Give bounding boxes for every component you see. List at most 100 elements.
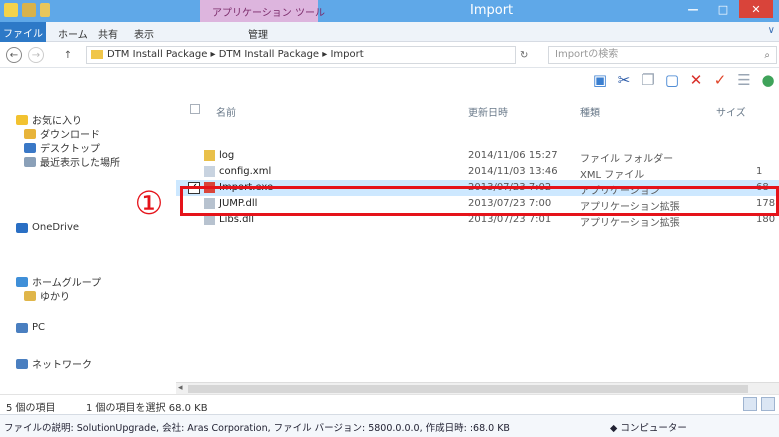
up-button[interactable]: ↑ — [60, 47, 76, 63]
search-input[interactable]: Importの検索 ⌕ — [548, 46, 777, 64]
nav-label: お気に入り — [32, 116, 82, 127]
nav-homegroup[interactable]: ホームグループ — [16, 274, 101, 289]
file-row[interactable]: config.xml 2014/11/03 13:46 XML ファイル 1 — [176, 164, 779, 181]
status-bar: 5 個の項目 1 個の項目を選択 68.0 KB — [0, 394, 779, 414]
file-date: 2014/11/06 15:27 — [468, 150, 558, 161]
nav-label: ネットワーク — [32, 360, 92, 371]
file-name-text: log — [219, 150, 235, 161]
nav-favorites[interactable]: お気に入り — [16, 112, 82, 127]
xml-file-icon — [204, 166, 215, 177]
tab-share[interactable]: 共有 — [98, 26, 118, 41]
recent-icon — [24, 156, 36, 167]
nav-label: ホームグループ — [32, 278, 102, 289]
address-box[interactable]: DTM Install Package ▸ DTM Install Packag… — [86, 46, 516, 64]
new-folder-icon[interactable] — [40, 3, 50, 17]
quick-access-toolbar — [4, 3, 50, 17]
file-name-text: config.xml — [219, 166, 272, 177]
nav-pc[interactable]: PC — [16, 322, 45, 333]
file-type: XML ファイル — [580, 170, 645, 181]
folder-icon — [204, 150, 215, 161]
nav-label: OneDrive — [32, 222, 80, 233]
maximize-button[interactable]: □ — [709, 0, 737, 18]
tab-home[interactable]: ホーム — [58, 26, 88, 41]
user-icon — [24, 290, 36, 301]
nav-onedrive[interactable]: OneDrive — [16, 222, 79, 233]
file-type: アプリケーション拡張 — [580, 218, 680, 229]
computer-icon: ◆ — [610, 423, 618, 434]
nav-downloads[interactable]: ダウンロード — [24, 126, 100, 141]
window-title: Import — [470, 3, 514, 18]
cloud-icon — [16, 222, 28, 233]
tab-manage[interactable]: 管理 — [248, 26, 268, 41]
context-tab-title: アプリケーション ツール — [212, 8, 325, 19]
file-list: 名前 更新日時 種類 サイズ log 2014/11/06 15:27 ファイル フ… — [176, 92, 779, 382]
scroll-thumb[interactable] — [188, 385, 748, 393]
search-icon[interactable]: ⌕ — [764, 48, 770, 64]
window-controls: — □ ✕ — [679, 0, 773, 18]
address-bar-row: ← → ↑ DTM Install Package ▸ DTM Install … — [0, 42, 779, 68]
check-icon[interactable]: ✓ — [711, 71, 729, 89]
close-button[interactable]: ✕ — [739, 0, 773, 18]
large-icons-view-icon[interactable] — [761, 397, 775, 411]
nav-label: 最近表示した場所 — [40, 158, 120, 169]
location-info: ◆ コンピューター — [610, 420, 687, 434]
title-bar[interactable]: Import — □ ✕ — [0, 0, 779, 22]
nav-label: デスクトップ — [40, 144, 100, 155]
ribbon-tabs: ファイル ホーム 共有 表示 管理 ∨ — [0, 22, 779, 42]
network-icon — [16, 358, 28, 369]
layout-icon[interactable]: ▣ — [591, 71, 609, 89]
star-icon — [16, 114, 28, 125]
back-button[interactable]: ← — [6, 47, 22, 63]
nav-homegroup-user[interactable]: ゆかり — [24, 288, 70, 303]
explorer-window: Import — □ ✕ アプリケーション ツール ファイル ホーム 共有 表示… — [0, 0, 779, 437]
nav-desktop[interactable]: デスクトップ — [24, 140, 100, 155]
column-name[interactable]: 名前 — [216, 104, 236, 119]
tab-file[interactable]: ファイル — [0, 22, 46, 42]
details-bar: ファイルの説明: SolutionUpgrade, 会社: Aras Corpo… — [0, 414, 779, 437]
delete-icon[interactable]: ✕ — [687, 71, 705, 89]
minimize-button[interactable]: — — [679, 0, 707, 18]
nav-label: ダウンロード — [40, 130, 100, 141]
scroll-left-icon[interactable]: ◂ — [178, 383, 183, 393]
nav-label: PC — [32, 322, 46, 333]
column-type[interactable]: 種類 — [580, 104, 600, 119]
selection-info: 1 個の項目を選択 68.0 KB — [86, 403, 208, 414]
item-count: 5 個の項目 — [6, 403, 56, 414]
file-details: ファイルの説明: SolutionUpgrade, 会社: Aras Corpo… — [4, 423, 510, 434]
nav-recent[interactable]: 最近表示した場所 — [24, 154, 120, 169]
cut-icon[interactable]: ✂ — [615, 71, 633, 89]
tab-view[interactable]: 表示 — [134, 26, 154, 41]
file-name: log — [204, 150, 234, 161]
column-size[interactable]: サイズ — [716, 104, 746, 119]
globe-icon[interactable]: ● — [759, 71, 777, 89]
folder-icon[interactable] — [4, 3, 18, 17]
computer-icon — [16, 322, 28, 333]
file-date: 2014/11/03 13:46 — [468, 166, 558, 177]
rename-icon[interactable]: ☰ — [735, 71, 753, 89]
refresh-icon[interactable]: ↻ — [520, 50, 528, 61]
view-buttons — [743, 397, 775, 411]
file-row[interactable]: log 2014/11/06 15:27 ファイル フォルダー — [176, 148, 779, 165]
select-all-checkbox[interactable] — [190, 104, 200, 114]
ribbon-expand-icon[interactable]: ∨ — [768, 25, 775, 36]
file-size: 1 — [756, 166, 763, 177]
command-toolbar: ▣ ✂ ❐ ▢ ✕ ✓ ☰ ● — [0, 68, 779, 92]
toolbar-icons: ▣ ✂ ❐ ▢ ✕ ✓ ☰ ● — [591, 71, 777, 89]
horizontal-scrollbar[interactable]: ◂ — [176, 382, 779, 394]
location-label: コンピューター — [620, 423, 687, 434]
desktop-icon — [24, 142, 36, 153]
forward-button[interactable]: → — [28, 47, 44, 63]
file-type: ファイル フォルダー — [580, 154, 674, 165]
download-icon — [24, 128, 36, 139]
file-name: config.xml — [204, 166, 271, 177]
address-path: DTM Install Package ▸ DTM Install Packag… — [107, 49, 364, 60]
step-callout: ① — [134, 184, 164, 222]
homegroup-icon — [16, 276, 28, 287]
nav-label: ゆかり — [40, 292, 70, 303]
column-date[interactable]: 更新日時 — [468, 104, 508, 119]
details-view-icon[interactable] — [743, 397, 757, 411]
properties-icon[interactable] — [22, 3, 36, 17]
paste-icon[interactable]: ▢ — [663, 71, 681, 89]
copy-icon[interactable]: ❐ — [639, 71, 657, 89]
nav-network[interactable]: ネットワーク — [16, 356, 92, 371]
